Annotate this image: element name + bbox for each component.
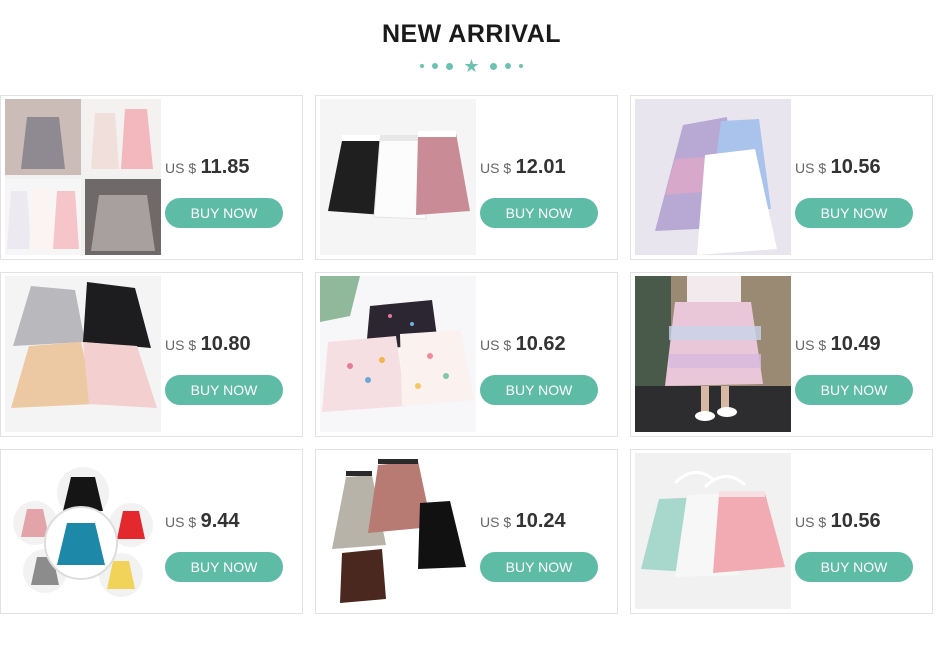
product-card[interactable]: US $ 10.56 BUY NOW: [630, 95, 933, 260]
buy-now-button[interactable]: BUY NOW: [480, 375, 598, 405]
price-label: US $ 12.01: [480, 156, 566, 178]
buy-now-button[interactable]: BUY NOW: [480, 198, 598, 228]
product-image[interactable]: [635, 276, 791, 432]
product-image[interactable]: [5, 99, 161, 255]
product-image[interactable]: [635, 99, 791, 255]
product-image[interactable]: [5, 276, 161, 432]
buy-now-button[interactable]: BUY NOW: [165, 552, 283, 582]
star-divider-icon: ★: [0, 57, 943, 75]
price-label: US $ 10.80: [165, 333, 251, 355]
buy-now-button[interactable]: BUY NOW: [165, 198, 283, 228]
product-card[interactable]: US $ 10.56 BUY NOW: [630, 449, 933, 614]
buy-now-button[interactable]: BUY NOW: [480, 552, 598, 582]
price-label: US $ 10.24: [480, 510, 566, 532]
product-image[interactable]: [320, 99, 476, 255]
product-image[interactable]: [320, 453, 476, 609]
price-label: US $ 10.56: [795, 156, 881, 178]
product-card[interactable]: US $ 10.62 BUY NOW: [315, 272, 618, 437]
product-card[interactable]: US $ 10.80 BUY NOW: [0, 272, 303, 437]
buy-now-button[interactable]: BUY NOW: [795, 552, 913, 582]
buy-now-button[interactable]: BUY NOW: [795, 198, 913, 228]
product-card[interactable]: US $ 12.01 BUY NOW: [315, 95, 618, 260]
product-card[interactable]: US $ 10.49 BUY NOW: [630, 272, 933, 437]
product-card[interactable]: US $ 11.85 BUY NOW: [0, 95, 303, 260]
price-label: US $ 10.49: [795, 333, 881, 355]
page-title: NEW ARRIVAL: [381, 20, 562, 48]
product-card[interactable]: US $ 10.24 BUY NOW: [315, 449, 618, 614]
price-label: US $ 11.85: [165, 156, 250, 178]
price-label: US $ 10.62: [480, 333, 566, 355]
price-label: US $ 9.44: [165, 510, 240, 532]
product-image[interactable]: [635, 453, 791, 609]
product-image[interactable]: [320, 276, 476, 432]
buy-now-button[interactable]: BUY NOW: [795, 375, 913, 405]
product-image[interactable]: [5, 453, 161, 609]
buy-now-button[interactable]: BUY NOW: [165, 375, 283, 405]
price-label: US $ 10.56: [795, 510, 881, 532]
product-card[interactable]: US $ 9.44 BUY NOW: [0, 449, 303, 614]
